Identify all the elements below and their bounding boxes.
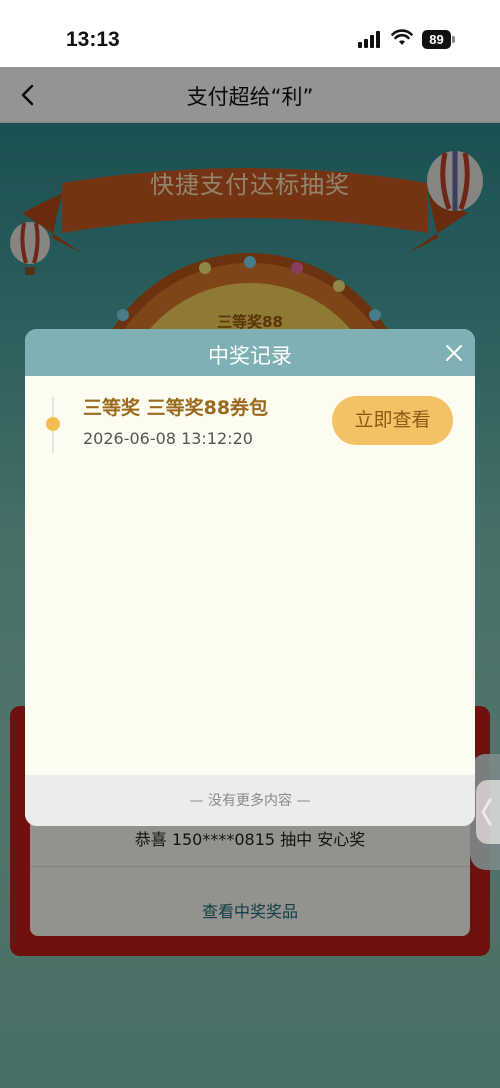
record-time: 2026-06-08 13:12:20 — [83, 429, 253, 448]
battery-tip — [452, 36, 455, 43]
chevron-left-icon — [481, 798, 492, 826]
status-time: 13:13 — [66, 28, 120, 51]
view-now-button[interactable]: 立即查看 — [332, 396, 453, 445]
no-more-content-text: — 没有更多内容 — — [189, 793, 311, 809]
timeline-dot — [46, 417, 60, 431]
status-bar: 13:13 89 — [0, 0, 500, 67]
winning-records-modal: 中奖记录 三等奖 三等奖88券包 2026-06-08 13:12:20 立即查… — [25, 329, 475, 826]
modal-footer: — 没有更多内容 — — [25, 775, 475, 826]
modal-header: 中奖记录 — [25, 329, 475, 376]
cellular-signal-icon — [358, 31, 382, 48]
close-icon[interactable] — [444, 343, 464, 363]
battery-icon: 89 — [422, 30, 451, 49]
wifi-icon — [391, 29, 413, 45]
modal-title: 中奖记录 — [208, 344, 292, 368]
record-title: 三等奖 三等奖88券包 — [83, 397, 269, 419]
